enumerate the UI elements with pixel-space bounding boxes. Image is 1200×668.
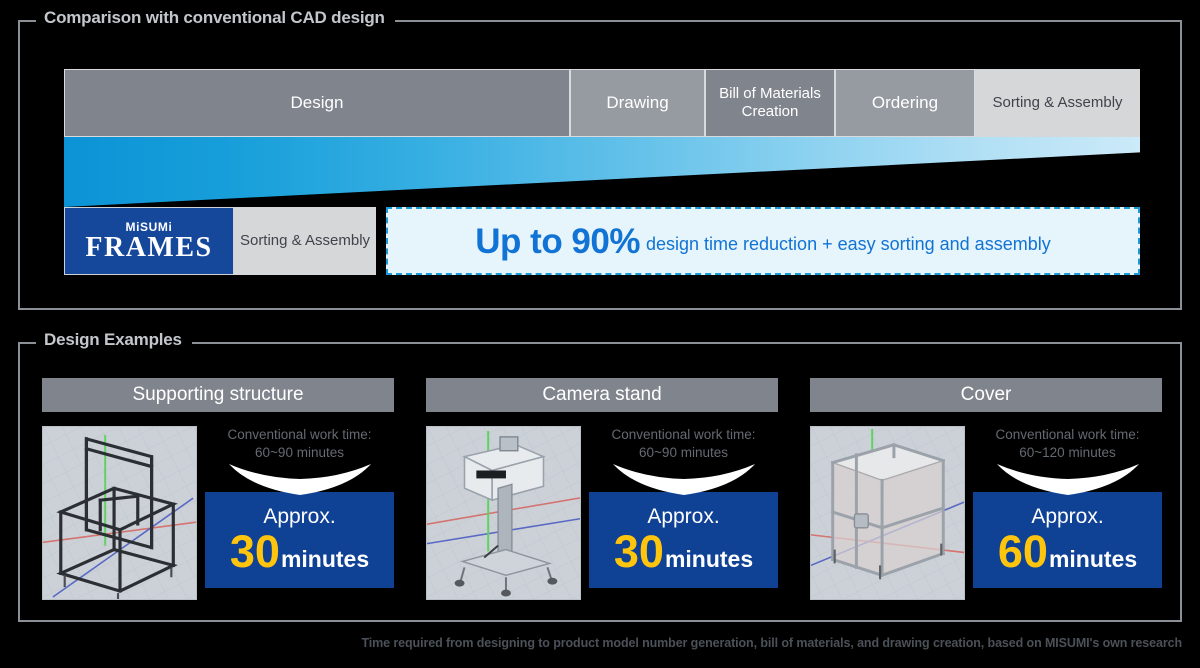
cad-cover-thumbnail[interactable] (810, 426, 965, 600)
time-comparison: Conventional work time: 60~90 minutes Ap… (589, 426, 778, 600)
comparison-section: Comparison with conventional CAD design … (18, 9, 1182, 310)
approx-value: 60 minutes (998, 529, 1137, 574)
flow-segment-bill-of-materials: Bill of Materials Creation (705, 69, 835, 137)
approx-time-box: Approx. 30 minutes (205, 492, 394, 589)
approx-label: Approx. (263, 505, 336, 529)
time-comparison: Conventional work time: 60~120 minutes A… (973, 426, 1162, 600)
flow-segment-ordering: Ordering (835, 69, 975, 137)
comparison-section-title: Comparison with conventional CAD design (36, 9, 395, 26)
approx-time-box: Approx. 30 minutes (589, 492, 778, 589)
conventional-work-time-label: Conventional work time: (995, 427, 1140, 442)
design-example-card: Cover Conventional work time: 60~120 min… (810, 378, 1162, 600)
time-reduction-wedge (64, 137, 1140, 207)
design-examples-section: Design Examples Supporting structure Con… (18, 331, 1182, 622)
flow-segment-drawing: Drawing (570, 69, 705, 137)
conventional-flow-row: Design Drawing Bill of Materials Creatio… (64, 69, 1140, 137)
conventional-work-time-label: Conventional work time: (611, 427, 756, 442)
cad-supporting-structure-thumbnail[interactable] (42, 426, 197, 600)
approx-time-box: Approx. 60 minutes (973, 492, 1162, 589)
time-comparison: Conventional work time: 60~90 minutes Ap… (205, 426, 394, 600)
approx-label: Approx. (1031, 505, 1104, 529)
card-body: Conventional work time: 60~120 minutes A… (810, 426, 1162, 600)
flow-diagram: Design Drawing Bill of Materials Creatio… (64, 69, 1140, 275)
approx-number: 60 (997, 526, 1048, 578)
approx-unit: minutes (1048, 546, 1138, 573)
conventional-work-time-value: 60~90 minutes (639, 445, 728, 461)
misumi-frames-logo: MiSUMi FRAMES (64, 207, 234, 275)
card-title: Cover (810, 378, 1162, 412)
down-arrow-icon (612, 464, 755, 496)
card-body: Conventional work time: 60~90 minutes Ap… (426, 426, 778, 600)
frames-flow-row: MiSUMi FRAMES Sorting & Assembly Up to 9… (64, 207, 1140, 275)
approx-number: 30 (613, 526, 664, 578)
approx-label: Approx. (647, 505, 720, 529)
flow-segment-design: Design (64, 69, 570, 137)
approx-value: 30 minutes (230, 529, 369, 574)
conventional-work-time-label: Conventional work time: (227, 427, 372, 442)
approx-unit: minutes (664, 546, 754, 573)
logo-frames-text: FRAMES (85, 231, 213, 263)
design-example-card: Supporting structure Conventional work t… (42, 378, 394, 600)
result-callout: Up to 90% design time reduction + easy s… (386, 207, 1140, 275)
approx-unit: minutes (280, 546, 370, 573)
down-arrow-icon (996, 464, 1139, 496)
result-description: design time reduction + easy sorting and… (645, 234, 1051, 254)
design-example-cards: Supporting structure Conventional work t… (42, 378, 1162, 600)
conventional-work-time-value: 60~90 minutes (255, 445, 344, 461)
card-title: Supporting structure (42, 378, 394, 412)
footnote-text: Time required from designing to product … (361, 636, 1182, 650)
approx-value: 30 minutes (614, 529, 753, 574)
design-example-card: Camera stand Conventional work time: 60~… (426, 378, 778, 600)
down-arrow-icon (228, 464, 371, 496)
logo-misumi-text: MiSUMi (125, 219, 173, 234)
approx-number: 30 (229, 526, 280, 578)
flow-segment-sorting-assembly: Sorting & Assembly (975, 69, 1140, 137)
frames-segment-sorting-assembly: Sorting & Assembly (234, 207, 376, 275)
conventional-work-time-value: 60~120 minutes (1019, 445, 1116, 461)
card-title: Camera stand (426, 378, 778, 412)
card-body: Conventional work time: 60~90 minutes Ap… (42, 426, 394, 600)
cad-camera-stand-thumbnail[interactable] (426, 426, 581, 600)
wedge-gradient (64, 137, 1140, 207)
result-headline: Up to 90% (475, 221, 640, 261)
design-examples-section-title: Design Examples (36, 331, 192, 348)
